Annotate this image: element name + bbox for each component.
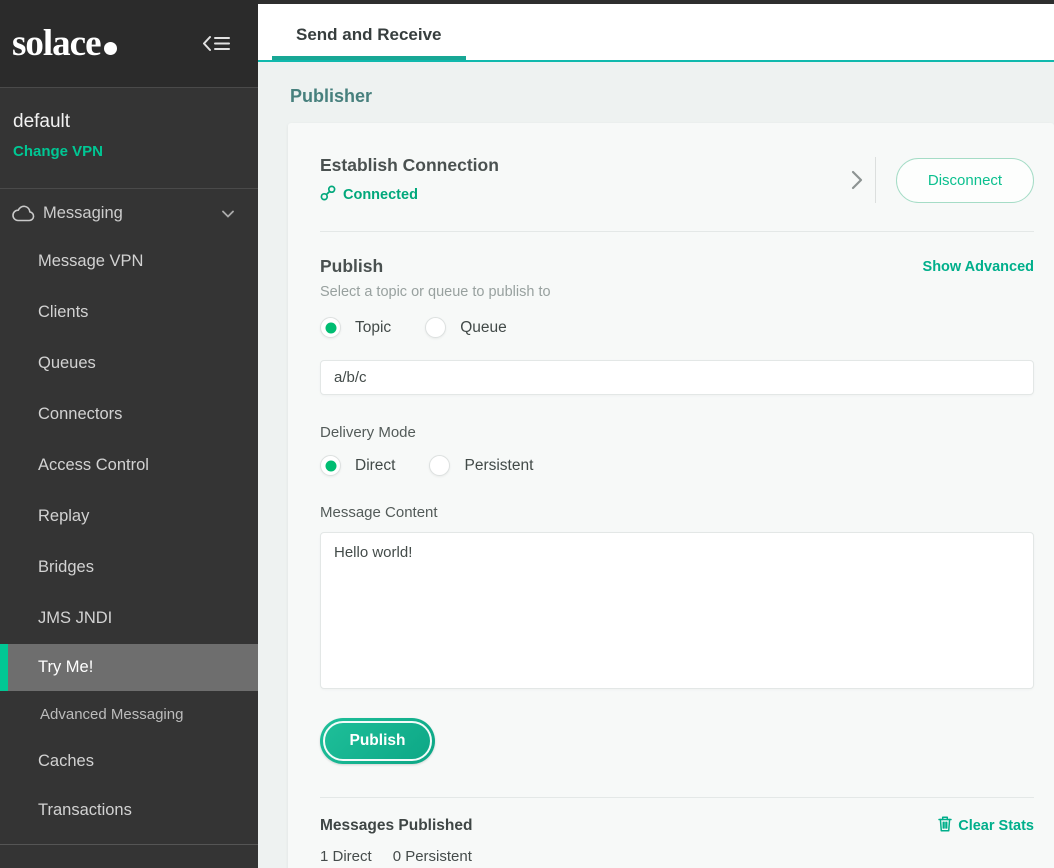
sidebar-menu: Message VPN Clients Queues Connectors Ac…	[0, 236, 258, 868]
radio-queue-label: Queue	[460, 319, 507, 337]
direct-count: 1 Direct	[320, 848, 372, 865]
vpn-name: default	[13, 111, 245, 133]
sidebar-section-label: Messaging	[43, 204, 222, 223]
logo-text: solace	[12, 22, 101, 65]
sidebar-item-queues[interactable]: Queues	[0, 338, 258, 389]
clear-stats-label: Clear Stats	[958, 818, 1034, 834]
clear-stats-link[interactable]: Clear Stats	[938, 816, 1034, 836]
connection-status-label: Connected	[343, 187, 418, 203]
show-advanced-link[interactable]: Show Advanced	[923, 259, 1034, 275]
publish-title: Publish	[320, 256, 383, 277]
sidebar-section-messaging[interactable]: Messaging	[0, 189, 258, 236]
sidebar-bottom-divider	[0, 844, 258, 845]
disconnect-button[interactable]: Disconnect	[896, 158, 1034, 203]
stats-divider	[320, 797, 1034, 798]
chevron-right-icon[interactable]	[851, 170, 863, 190]
sidebar-item-replay[interactable]: Replay	[0, 491, 258, 542]
stats-counts: 1 Direct 0 Persistent	[320, 848, 1034, 865]
persistent-count: 0 Persistent	[393, 848, 472, 865]
app-window: solace default Change VPN Messagin	[0, 0, 1054, 868]
sidebar-item-connectors[interactable]: Connectors	[0, 389, 258, 440]
publish-subtitle: Select a topic or queue to publish to	[320, 284, 1034, 300]
connection-info: Establish Connection Connected	[320, 155, 499, 205]
radio-direct[interactable]: Direct	[320, 455, 395, 476]
radio-queue[interactable]: Queue	[425, 317, 507, 338]
change-vpn-link[interactable]: Change VPN	[13, 143, 103, 160]
solace-logo: solace	[12, 22, 117, 65]
radio-direct-circle-icon[interactable]	[320, 455, 341, 476]
section-divider	[320, 231, 1034, 232]
sidebar-item-clients[interactable]: Clients	[0, 287, 258, 338]
sidebar-item-advanced-messaging[interactable]: Advanced Messaging	[0, 691, 258, 737]
delivery-mode-radio-group: Direct Persistent	[320, 455, 1034, 476]
radio-topic-label: Topic	[355, 319, 391, 337]
logo-dot-icon	[104, 42, 117, 55]
collapse-sidebar-icon[interactable]	[203, 35, 230, 52]
sidebar-item-try-me[interactable]: Try Me!	[0, 644, 258, 691]
chevron-down-icon	[222, 205, 234, 223]
radio-persistent-label: Persistent	[464, 457, 533, 475]
tab-bar: Send and Receive	[258, 4, 1054, 62]
sidebar-header: solace	[0, 0, 258, 88]
messages-published-title: Messages Published	[320, 817, 472, 835]
radio-persistent-circle-icon[interactable]	[429, 455, 450, 476]
topic-input[interactable]	[320, 360, 1034, 395]
vertical-divider	[875, 157, 876, 203]
sidebar-item-message-vpn[interactable]: Message VPN	[0, 236, 258, 287]
message-content-label: Message Content	[320, 504, 1034, 521]
publish-button[interactable]: Publish	[320, 718, 435, 764]
radio-topic[interactable]: Topic	[320, 317, 391, 338]
sidebar: solace default Change VPN Messagin	[0, 0, 258, 868]
sidebar-item-caches[interactable]: Caches	[0, 737, 258, 785]
connection-actions: Disconnect	[851, 157, 1034, 203]
link-icon	[320, 185, 336, 205]
trash-icon	[938, 816, 952, 836]
destination-radio-group: Topic Queue	[320, 317, 1034, 338]
radio-persistent[interactable]: Persistent	[429, 455, 533, 476]
radio-direct-label: Direct	[355, 457, 395, 475]
radio-topic-circle-icon[interactable]	[320, 317, 341, 338]
tab-send-and-receive[interactable]: Send and Receive	[272, 10, 466, 60]
stats-header: Messages Published	[320, 816, 1034, 836]
publish-header: Publish Show Advanced	[320, 256, 1034, 277]
radio-queue-circle-icon[interactable]	[425, 317, 446, 338]
sidebar-item-access-control[interactable]: Access Control	[0, 440, 258, 491]
delivery-mode-label: Delivery Mode	[320, 424, 1034, 441]
connection-section: Establish Connection Connected	[320, 155, 1034, 205]
cloud-icon	[12, 205, 35, 222]
sidebar-item-transactions[interactable]: Transactions	[0, 785, 258, 836]
connection-status: Connected	[320, 185, 499, 205]
message-content-textarea[interactable]: Hello world!	[320, 532, 1034, 689]
vpn-block: default Change VPN	[0, 88, 258, 189]
page-content: Publisher Establish Connection	[258, 62, 1054, 868]
page-title: Publisher	[290, 86, 1054, 107]
publisher-card: Establish Connection Connected	[288, 123, 1054, 868]
main-area: Send and Receive Publisher Establish Con…	[258, 0, 1054, 868]
sidebar-item-bridges[interactable]: Bridges	[0, 542, 258, 593]
connection-title: Establish Connection	[320, 155, 499, 176]
sidebar-item-jms-jndi[interactable]: JMS JNDI	[0, 593, 258, 644]
